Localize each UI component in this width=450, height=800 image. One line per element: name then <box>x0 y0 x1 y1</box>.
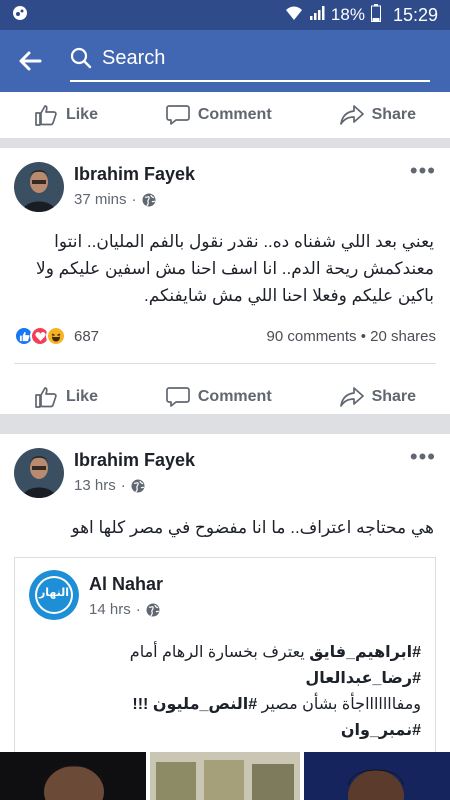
shared-timestamp[interactable]: 14 hrs <box>89 601 131 618</box>
post-timestamp[interactable]: 13 hrs <box>74 477 116 494</box>
like-button[interactable]: Like <box>34 386 98 408</box>
shared-text-end: !!! <box>132 696 153 713</box>
photo-thumbnail[interactable] <box>150 752 300 800</box>
photo-thumbnail[interactable] <box>304 752 450 800</box>
action-bar: Like Comment Share <box>0 92 450 138</box>
share-label: Share <box>371 106 417 123</box>
post-text: يعني بعد اللي شفناه ده.. نقدر نقول بالفم… <box>36 232 434 305</box>
avatar[interactable] <box>14 162 64 212</box>
search-header: Search <box>0 30 450 92</box>
comment-button[interactable]: Comment <box>166 104 272 126</box>
comments-shares-count[interactable]: 90 comments • 20 shares <box>267 328 437 345</box>
like-label: Like <box>65 388 98 405</box>
attached-photos <box>0 752 450 800</box>
globe-icon <box>131 479 145 492</box>
share-button[interactable]: Share <box>339 104 417 126</box>
app-notification-icon <box>12 5 28 26</box>
action-bar: Like Comment Share <box>0 374 450 420</box>
page-logo-text: النهار <box>38 587 70 599</box>
news-feed[interactable]: Like Comment Share Ibrahim Fayek 37 mins… <box>0 92 450 800</box>
signal-icon <box>309 5 325 26</box>
thumbs-up-icon <box>35 387 57 408</box>
like-button[interactable]: Like <box>34 104 98 126</box>
like-label: Like <box>65 106 98 123</box>
globe-icon <box>142 193 156 206</box>
previous-post-card: Like Comment Share <box>0 92 450 138</box>
shared-page-name[interactable]: Al Nahar <box>89 574 421 595</box>
comment-icon <box>166 387 190 407</box>
avatar[interactable] <box>14 448 64 498</box>
reaction-counts: 687 90 comments • 20 shares <box>0 321 450 351</box>
separator-dot: · <box>120 477 126 494</box>
battery-icon <box>370 3 381 27</box>
thumbs-up-icon <box>35 105 57 126</box>
reaction-icons[interactable] <box>14 326 66 346</box>
haha-reaction-icon <box>46 326 66 346</box>
post-card: Ibrahim Fayek 37 mins · ••• يعني بعد الل… <box>0 148 450 414</box>
shared-post[interactable]: النهار Al Nahar 14 hrs · #ابراهيم_فايق ي… <box>14 557 436 754</box>
share-button[interactable]: Share <box>339 386 417 408</box>
photo-thumbnail[interactable] <box>0 752 146 800</box>
status-bar: 18% 15:29 <box>0 0 450 30</box>
clock: 15:29 <box>392 4 438 25</box>
separator-dot: · <box>131 191 137 208</box>
post-author[interactable]: Ibrahim Fayek <box>74 164 410 185</box>
reactions-count[interactable]: 687 <box>74 328 99 345</box>
arrow-left-icon <box>19 51 42 71</box>
hashtag-link[interactable]: #النص_مليون <box>153 696 257 713</box>
globe-icon <box>146 603 160 616</box>
shared-post-header: النهار Al Nahar 14 hrs · <box>15 558 435 632</box>
share-icon <box>339 105 364 125</box>
post-header: Ibrahim Fayek 13 hrs · ••• <box>0 434 450 498</box>
post-author[interactable]: Ibrahim Fayek <box>74 450 410 471</box>
page-logo[interactable]: النهار <box>29 570 79 620</box>
comment-button[interactable]: Comment <box>166 386 272 408</box>
comment-icon <box>166 105 190 125</box>
shared-text-line: يعترف بخسارة الرهام أمام <box>129 644 310 661</box>
hashtag-link[interactable]: #نمبر_وان <box>341 722 421 739</box>
comment-label: Comment <box>197 106 272 123</box>
separator-dot: · <box>135 601 141 618</box>
search-placeholder: Search <box>102 46 166 69</box>
search-input[interactable]: Search <box>70 36 430 82</box>
share-icon <box>339 387 364 407</box>
wifi-icon <box>285 5 303 26</box>
shared-post-text: #ابراهيم_فايق يعترف بخسارة الرهام أمام #… <box>15 632 435 754</box>
hashtag-link[interactable]: #ابراهيم_فايق <box>309 644 421 661</box>
post-timestamp[interactable]: 37 mins <box>74 191 127 208</box>
search-icon <box>70 47 92 69</box>
more-options-button[interactable]: ••• <box>410 444 436 470</box>
share-label: Share <box>371 388 417 405</box>
post-header: Ibrahim Fayek 37 mins · ••• <box>0 148 450 212</box>
back-button[interactable] <box>0 30 60 92</box>
post-card: Ibrahim Fayek 13 hrs · ••• هي محتاجه اعت… <box>0 434 450 800</box>
hashtag-link[interactable]: #رضا_عبدالعال <box>305 670 421 687</box>
more-options-button[interactable]: ••• <box>410 158 436 184</box>
comment-label: Comment <box>197 388 272 405</box>
battery-percent: 18% <box>330 5 365 24</box>
divider <box>14 363 436 364</box>
shared-text-line: ومفاااااااجأة بشأن مصير <box>257 696 421 713</box>
post-text: هي محتاجه اعتراف.. ما انا مفضوح في مصر ك… <box>71 518 434 537</box>
